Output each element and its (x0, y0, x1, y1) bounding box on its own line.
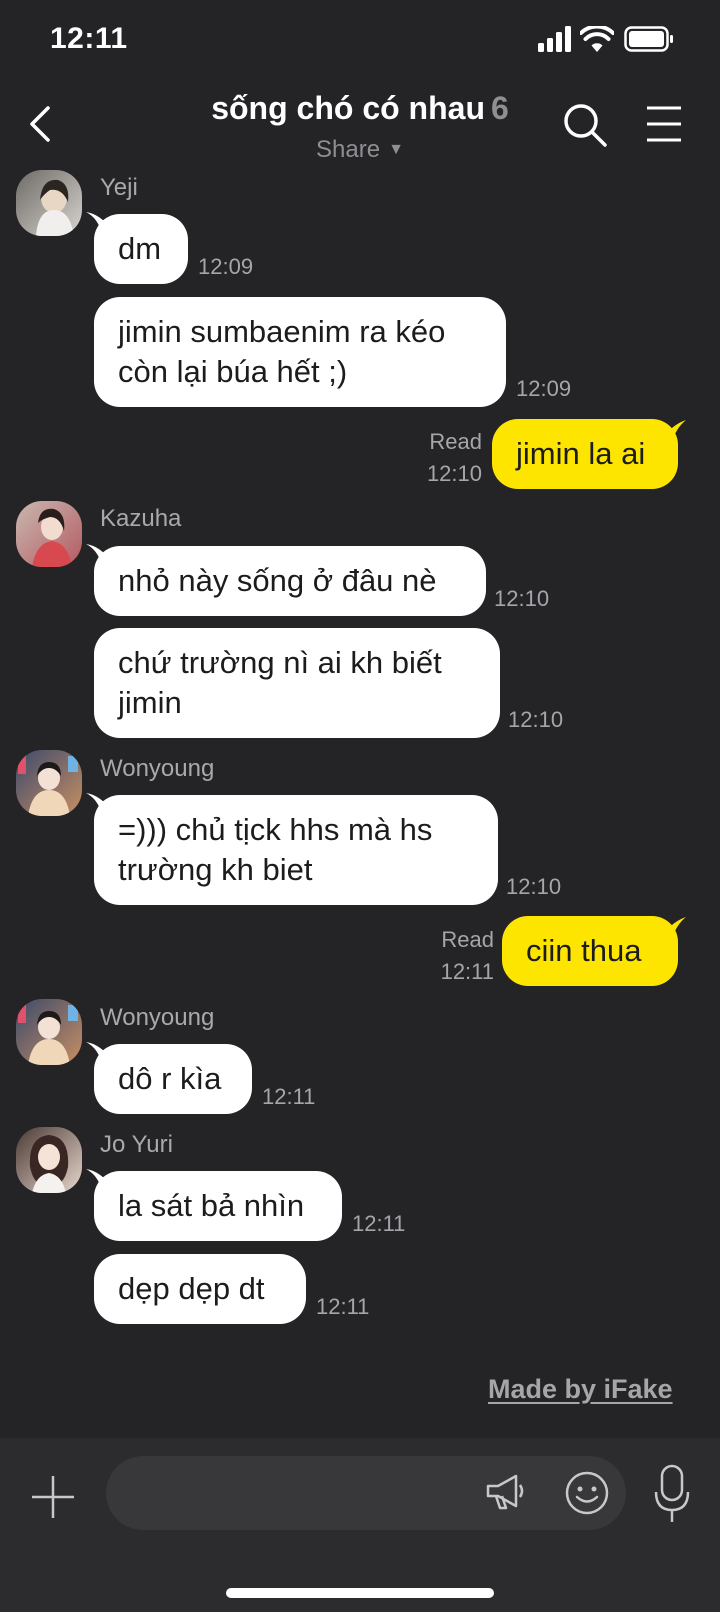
menu-icon[interactable] (646, 104, 682, 144)
my-message-bubble[interactable]: ciin thua (502, 916, 678, 986)
read-status: Read 12:10 (400, 426, 482, 490)
message-bubble[interactable]: dẹp dẹp dt (94, 1254, 306, 1324)
message-time: 12:11 (352, 1211, 406, 1236)
avatar-jo-yuri[interactable] (16, 1127, 82, 1193)
avatar-yeji[interactable] (16, 170, 82, 236)
share-label: Share (316, 136, 381, 163)
message-bubble[interactable]: nhỏ này sống ở đâu nè (94, 546, 486, 616)
my-message-bubble[interactable]: jimin la ai (492, 419, 678, 489)
avatar-wonyoung[interactable] (16, 999, 82, 1065)
message-time: 12:10 (494, 586, 550, 611)
message-bubble[interactable]: jimin sumbaenim ra kéo còn lại búa hết ;… (94, 297, 506, 407)
message-time: 12:11 (262, 1084, 316, 1109)
message-time: 12:11 (440, 959, 494, 984)
status-time: 12:11 (50, 22, 128, 55)
read-label: Read (429, 429, 482, 454)
home-indicator[interactable] (226, 1588, 494, 1598)
sender-name: Yeji (100, 174, 138, 201)
chat-title[interactable]: sống chó có nhau 6 (0, 90, 720, 127)
read-status: Read 12:11 (410, 924, 494, 988)
share-dropdown[interactable]: Share ▼ (0, 136, 720, 164)
plus-icon[interactable] (30, 1474, 76, 1520)
bubble-tail (664, 917, 686, 939)
sender-name: Wonyoung (100, 1004, 215, 1031)
message-time: 12:11 (316, 1294, 370, 1319)
read-label: Read (441, 927, 494, 952)
watermark: Made by iFake (488, 1374, 673, 1404)
message-bubble[interactable]: dm (94, 214, 188, 284)
battery-icon (624, 26, 673, 52)
message-input-container (106, 1456, 626, 1532)
message-input-bar (0, 1438, 720, 1612)
message-bubble[interactable]: =))) chủ tịck hhs mà hs trường kh biet (94, 795, 498, 905)
cellular-signal-icon (538, 26, 571, 52)
message-time: 12:09 (516, 376, 572, 401)
caret-down-icon: ▼ (388, 141, 404, 158)
megaphone-icon[interactable] (484, 1472, 524, 1514)
sender-name: Kazuha (100, 505, 182, 532)
message-bubble[interactable]: la sát bả nhìn (94, 1171, 342, 1241)
message-input[interactable] (130, 1456, 474, 1532)
message-bubble[interactable]: chứ trường nì ai kh biết jimin (94, 628, 500, 738)
member-count: 6 (490, 90, 509, 126)
avatar-kazuha[interactable] (16, 501, 82, 567)
sender-name: Jo Yuri (100, 1131, 173, 1158)
search-icon[interactable] (562, 102, 608, 148)
message-time: 12:10 (506, 874, 562, 899)
avatar-wonyoung[interactable] (16, 750, 82, 816)
sender-name: Wonyoung (100, 755, 215, 782)
message-bubble[interactable]: dô r kìa (94, 1044, 252, 1114)
bubble-tail (664, 420, 686, 442)
chat-header: sống chó có nhau 6 Share ▼ (0, 82, 720, 172)
status-bar: 12:11 (0, 0, 720, 82)
microphone-icon[interactable] (654, 1464, 690, 1524)
message-time: 12:09 (198, 254, 254, 279)
message-time: 12:10 (426, 461, 482, 486)
emoji-icon[interactable] (564, 1470, 610, 1516)
wifi-icon (580, 26, 614, 52)
message-time: 12:10 (508, 707, 564, 732)
chat-room-name: sống chó có nhau (211, 90, 485, 126)
